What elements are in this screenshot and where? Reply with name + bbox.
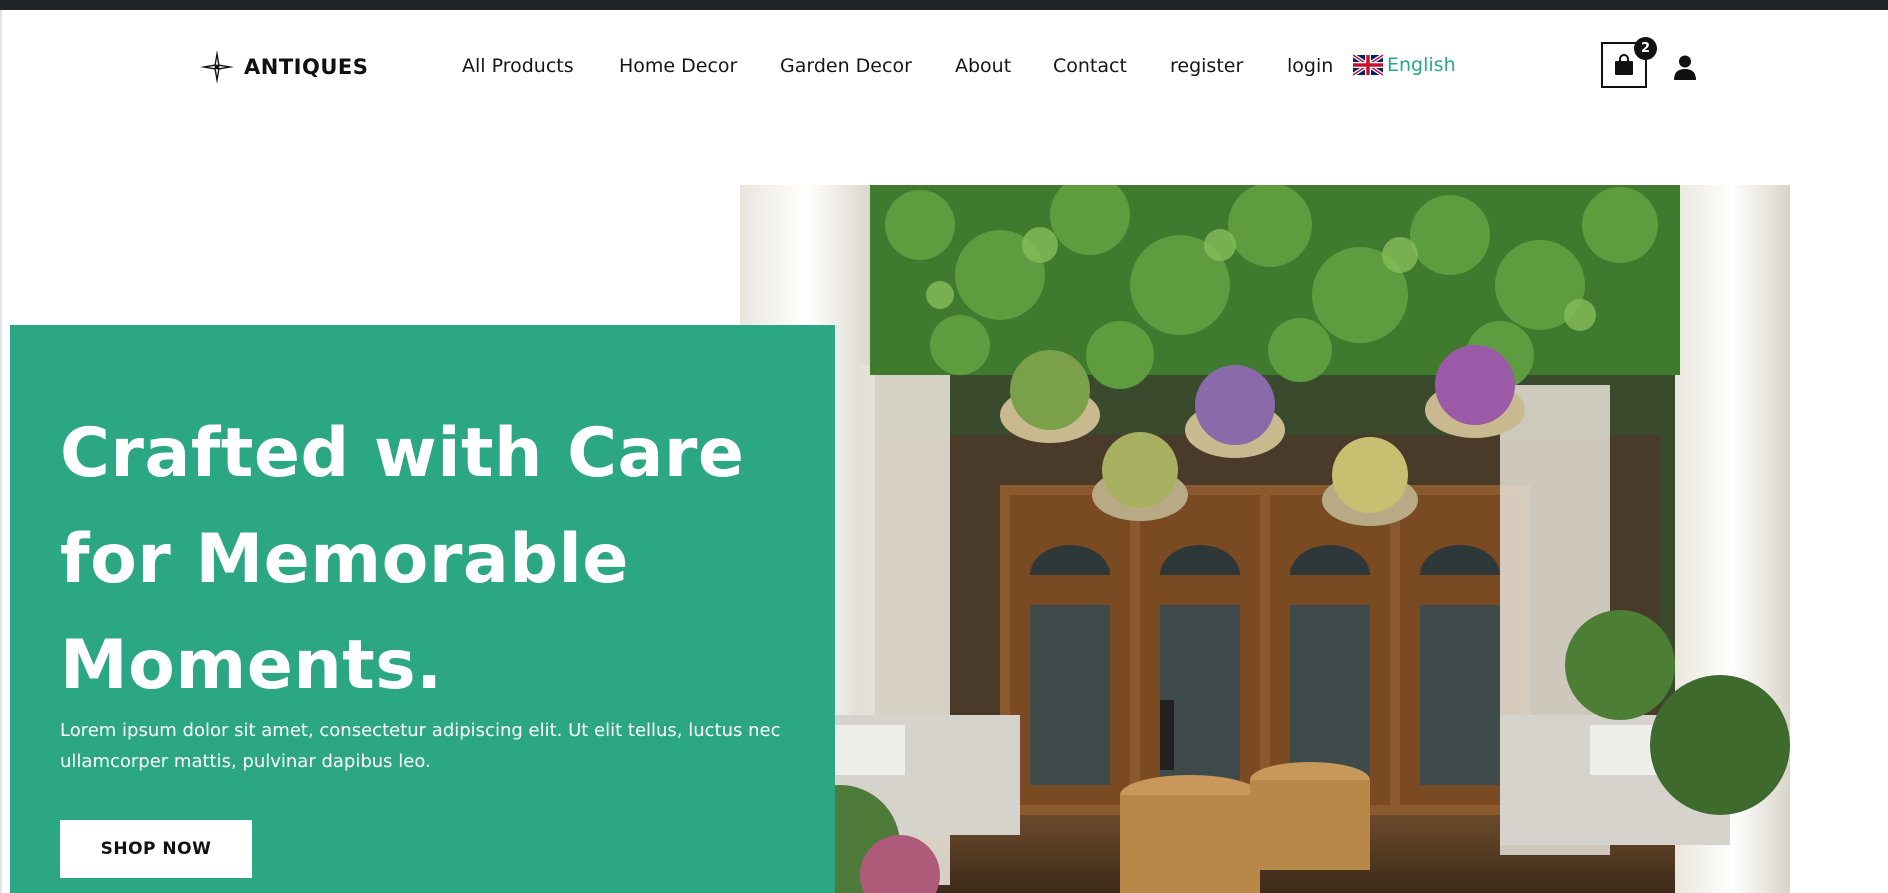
hero-description: Lorem ipsum dolor sit amet, consectetur … — [60, 720, 781, 772]
shopping-bag-icon — [1615, 54, 1633, 75]
nav-about[interactable]: About — [955, 55, 1011, 77]
page-left-edge — [0, 10, 2, 893]
user-icon[interactable] — [1672, 54, 1698, 80]
hero-panel: Crafted with Care for Memorable Moments.… — [10, 325, 835, 893]
language-label: English — [1387, 54, 1456, 76]
language-selector[interactable]: English — [1353, 54, 1456, 76]
browser-top-bar — [0, 0, 1888, 10]
brand-logo[interactable]: ANTIQUES — [200, 50, 369, 84]
compass-star-icon — [200, 50, 234, 84]
nav-home-decor[interactable]: Home Decor — [619, 55, 737, 77]
shop-now-button[interactable]: SHOP NOW — [60, 820, 252, 878]
nav-garden-decor[interactable]: Garden Decor — [780, 55, 912, 77]
uk-flag-icon — [1353, 54, 1383, 76]
hero-title: Crafted with Care for Memorable Moments. — [60, 414, 745, 705]
hero-image — [740, 185, 1790, 893]
nav-all-products[interactable]: All Products — [462, 55, 574, 77]
brand-name: ANTIQUES — [244, 55, 369, 79]
nav-contact[interactable]: Contact — [1053, 55, 1127, 77]
cart-count-badge: 2 — [1634, 37, 1657, 60]
nav-login[interactable]: login — [1287, 55, 1333, 77]
cart-button[interactable]: 2 — [1601, 37, 1657, 88]
nav-register[interactable]: register — [1170, 55, 1243, 77]
